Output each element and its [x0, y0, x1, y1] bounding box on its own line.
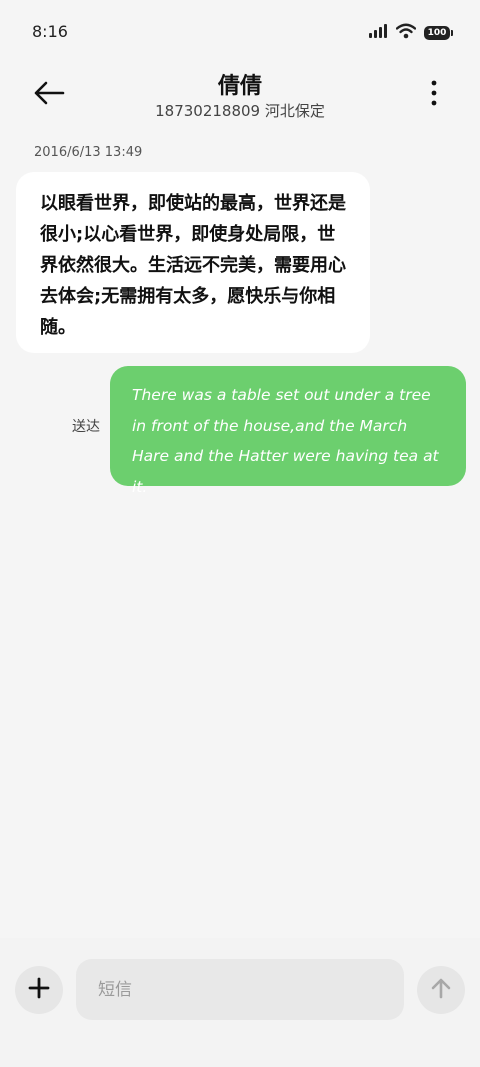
- plus-icon: [28, 977, 50, 1003]
- status-bar: 8:16 100: [0, 0, 480, 60]
- outgoing-message-bubble[interactable]: There was a table set out under a tree i…: [110, 366, 466, 496]
- more-options-button[interactable]: [424, 80, 444, 110]
- contact-name: 倩倩: [217, 74, 262, 99]
- conversation-header: 倩倩 18730218809 河北保定: [0, 60, 480, 130]
- message-composer: [0, 938, 480, 1067]
- add-attachment-button[interactable]: [15, 966, 63, 1014]
- battery-icon: 100: [424, 26, 453, 40]
- message-input[interactable]: [76, 959, 404, 1020]
- send-arrow-icon: [431, 977, 451, 1003]
- status-icons: 100: [368, 22, 453, 44]
- signal-icon: [368, 23, 388, 43]
- contact-number-location: 18730218809 河北保定: [155, 102, 325, 120]
- status-time: 8:16: [32, 22, 68, 41]
- send-button[interactable]: [417, 966, 465, 1014]
- more-vertical-icon: [431, 80, 437, 110]
- delivery-status: 送达: [72, 419, 100, 435]
- wifi-icon: [395, 23, 417, 43]
- incoming-message-bubble[interactable]: 以眼看世界，即使站的最高，世界还是很小;以心看世界，即使身处局限，世界依然很大。…: [16, 172, 370, 353]
- message-timestamp: 2016/6/13 13:49: [34, 145, 143, 160]
